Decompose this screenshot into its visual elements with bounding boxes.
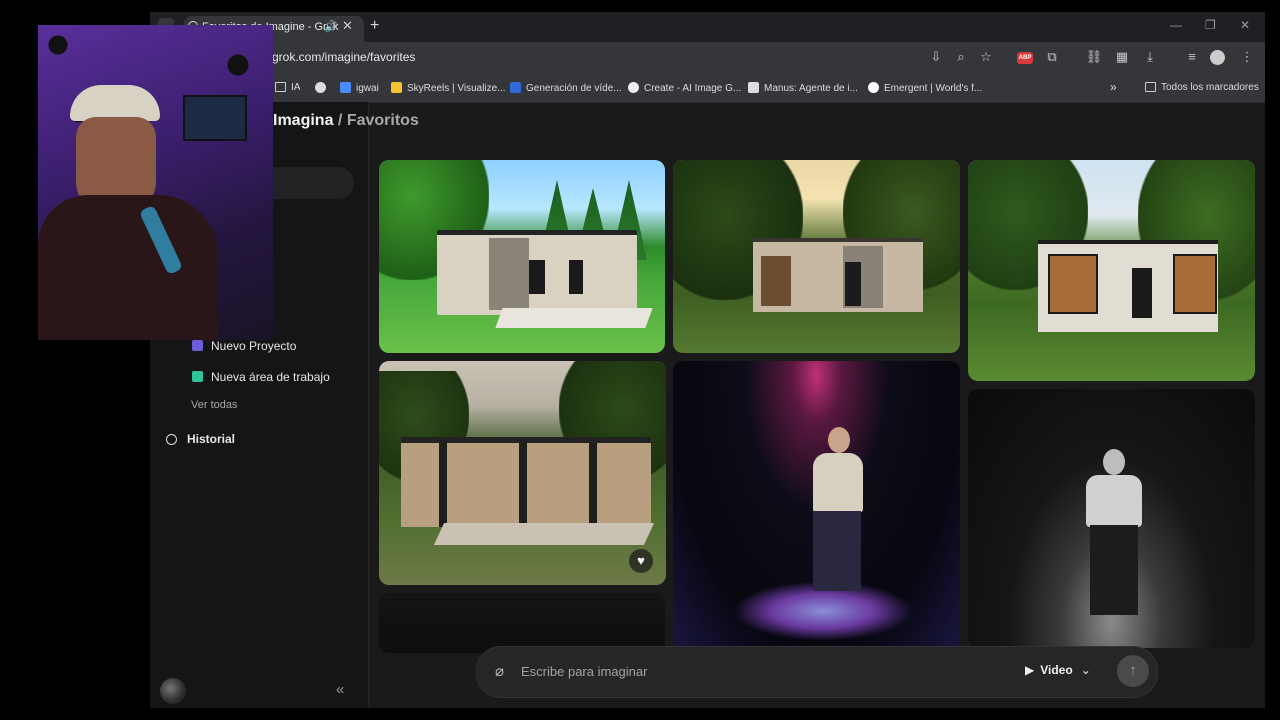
bookmark-manus[interactable]: Manus: Agente de i...: [748, 82, 858, 94]
project-icon: [192, 340, 203, 351]
adblock-icon[interactable]: ABP: [1017, 52, 1033, 64]
close-window-icon[interactable]: ✕: [1240, 18, 1250, 32]
collapse-sidebar-icon[interactable]: «: [336, 681, 344, 698]
play-icon: ▶: [1025, 663, 1035, 677]
tab-bar: Favoritos de Imagine - Grok 🔊 ✕ + — ❐ ✕: [150, 12, 1265, 42]
chevron-down-icon: ⌄: [1080, 663, 1091, 677]
more-bookmarks-icon[interactable]: »: [1110, 80, 1117, 94]
attach-icon[interactable]: ⌀: [495, 662, 504, 680]
profile-avatar[interactable]: [1210, 50, 1225, 65]
favorite-image-1[interactable]: [379, 160, 665, 353]
media-control-icon[interactable]: ≡: [1183, 49, 1201, 64]
breadcrumb-separator: /: [337, 112, 343, 129]
favorite-image-5[interactable]: [673, 361, 960, 648]
new-tab-button[interactable]: +: [370, 17, 379, 35]
skyreels-icon: [391, 82, 402, 93]
bookmark-globe[interactable]: [315, 82, 331, 94]
breadcrumb-current: Favoritos: [346, 112, 419, 129]
favorite-image-7[interactable]: [379, 593, 665, 653]
emergent-icon: [868, 82, 879, 93]
apps-grid-icon[interactable]: ▦: [1113, 49, 1131, 65]
bookmarks-bar: IA igwai SkyReels | Visualize... Generac…: [150, 74, 1265, 103]
webcam-overlay: [38, 25, 273, 340]
close-tab-icon[interactable]: ✕: [342, 18, 353, 34]
sidebar-item-history[interactable]: Historial: [166, 432, 235, 446]
download-icon[interactable]: ⤓: [1141, 49, 1159, 65]
mode-selector[interactable]: ▶ Video ⌄: [1025, 663, 1091, 677]
favorite-image-2[interactable]: [673, 160, 960, 353]
user-avatar[interactable]: [160, 678, 186, 704]
vidu-icon: [510, 82, 521, 93]
create-icon: [628, 82, 639, 93]
send-button[interactable]: ↑: [1117, 655, 1149, 687]
audio-icon[interactable]: 🔊: [324, 20, 338, 33]
history-icon: [166, 434, 177, 445]
bookmark-generacion[interactable]: Generación de víde...: [510, 82, 622, 94]
bookmark-star-icon[interactable]: ☆: [977, 49, 995, 65]
breadcrumb: Imagina / Favoritos: [273, 112, 419, 130]
bookmark-create[interactable]: Create - AI Image G...: [628, 82, 741, 94]
prompt-bar: ⌀ Escribe para imaginar ▶ Video ⌄ ↑: [476, 646, 1158, 698]
browser-menu-icon[interactable]: ⋮: [1238, 49, 1256, 65]
favorite-heart-icon[interactable]: ♥: [629, 549, 653, 573]
favorite-image-6[interactable]: [968, 389, 1255, 648]
link-icon[interactable]: ⛓: [1085, 49, 1103, 65]
folder-icon: [1145, 82, 1156, 92]
sidebar-item-new-workspace[interactable]: Nueva área de trabajo: [192, 370, 330, 384]
all-bookmarks[interactable]: Todos los marcadores: [1145, 82, 1259, 93]
favorite-image-3[interactable]: [968, 160, 1255, 381]
breadcrumb-root[interactable]: Imagina: [273, 112, 333, 129]
see-all-link[interactable]: Ver todas: [191, 399, 237, 411]
bookmark-skyreels[interactable]: SkyReels | Visualize...: [391, 82, 506, 94]
workspace-icon: [192, 371, 203, 382]
zoom-icon[interactable]: ⌕: [952, 49, 970, 65]
restore-icon[interactable]: ❐: [1205, 18, 1216, 32]
minimize-icon[interactable]: —: [1170, 18, 1182, 32]
prompt-input[interactable]: Escribe para imaginar: [521, 664, 647, 679]
extensions-icon[interactable]: ⧉: [1043, 49, 1061, 65]
folder-icon: [275, 82, 286, 92]
manus-icon: [748, 82, 759, 93]
favorite-image-4[interactable]: ♥: [379, 361, 666, 585]
address-toolbar: grok.com/imagine/favorites ⇩ ⌕ ☆ ABP ⧉ ⛓…: [150, 42, 1265, 74]
igwai-icon: [340, 82, 351, 93]
address-bar[interactable]: grok.com/imagine/favorites: [272, 50, 415, 64]
globe-icon: [315, 82, 326, 93]
bookmark-igwai[interactable]: igwai: [340, 82, 379, 94]
install-app-icon[interactable]: ⇩: [927, 49, 945, 65]
sidebar-item-new-project[interactable]: Nuevo Proyecto: [192, 339, 296, 353]
bookmark-ia[interactable]: IA: [275, 82, 300, 93]
bookmark-emergent[interactable]: Emergent | World's f...: [868, 82, 982, 94]
